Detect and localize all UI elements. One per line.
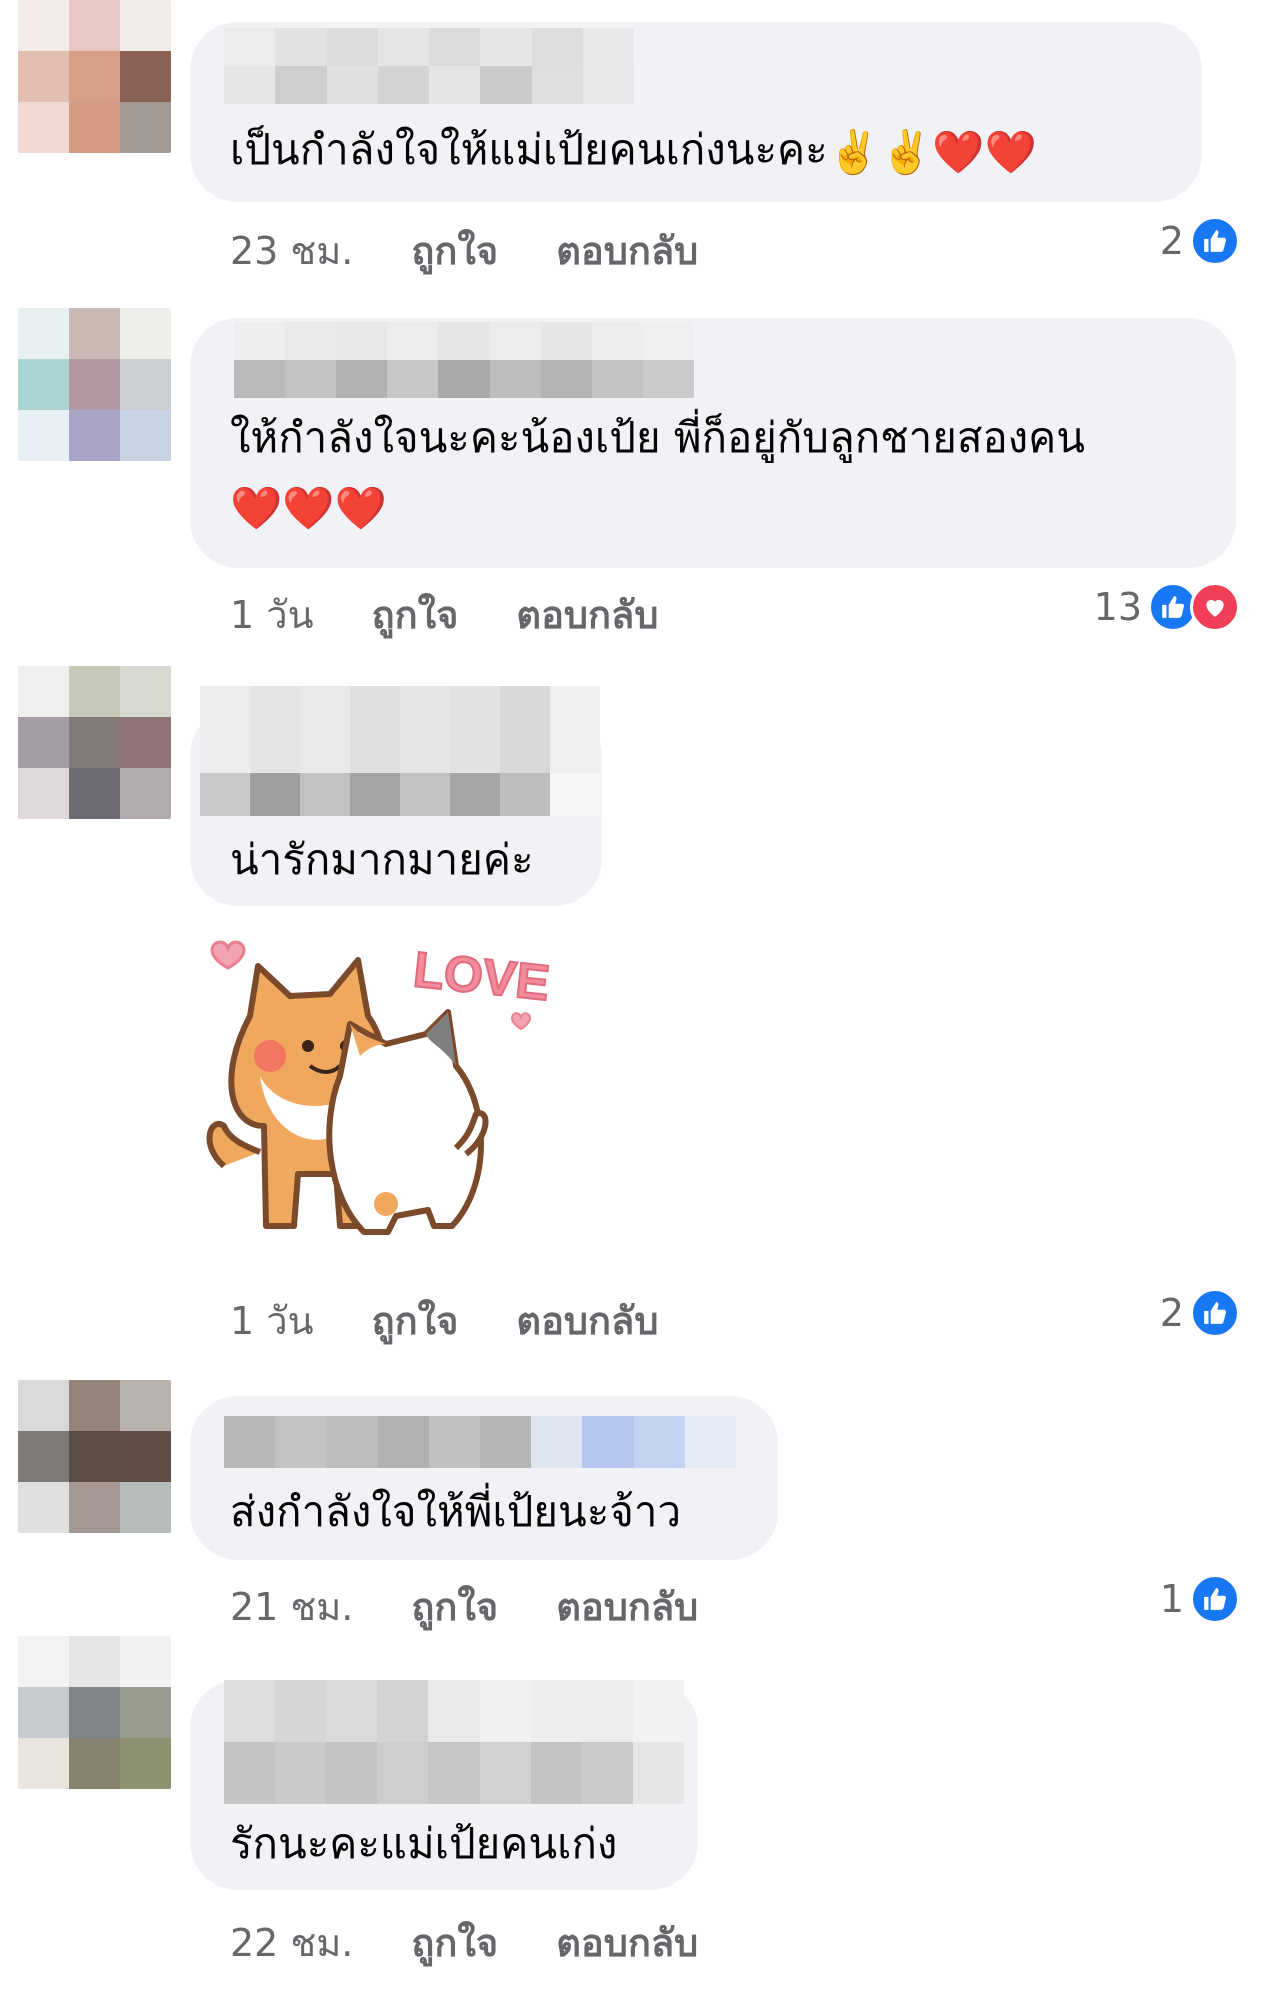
thumbs-up-icon (1190, 1288, 1240, 1338)
comment-actions: 1 วัน ถูกใจ ตอบกลับ (230, 584, 658, 645)
avatar[interactable] (18, 308, 171, 461)
reaction-count: 2 (1159, 1291, 1184, 1335)
comment-bubble: เป็นกำลังใจให้แม่เป้ยคนเก่งนะคะ✌️✌️❤️❤️ (190, 22, 1202, 202)
thumbs-up-icon (1190, 1574, 1240, 1624)
reply-link[interactable]: ตอบกลับ (516, 584, 658, 645)
avatar[interactable] (18, 0, 171, 153)
heart-icon (1190, 582, 1240, 632)
comment-text: น่ารักมากมายค่ะ (230, 835, 534, 884)
comment-text: เป็นกำลังใจให้แม่เป้ยคนเก่งนะคะ✌️✌️❤️❤️ (230, 125, 1037, 177)
reply-link[interactable]: ตอบกลับ (556, 220, 698, 281)
like-link[interactable]: ถูกใจ (411, 1912, 498, 1973)
reaction-count: 2 (1159, 219, 1184, 263)
like-link[interactable]: ถูกใจ (411, 1576, 498, 1637)
comment-bubble: น่ารักมากมายค่ะ (190, 686, 602, 906)
comment-bubble: ส่งกำลังใจให้พี่เป้ยนะจ้าว (190, 1396, 778, 1560)
like-link[interactable]: ถูกใจ (411, 220, 498, 281)
avatar[interactable] (18, 666, 171, 819)
like-link[interactable]: ถูกใจ (372, 584, 459, 645)
timestamp[interactable]: 22 ชม. (230, 1912, 353, 1973)
comment-bubble: ให้กำลังใจนะคะน้องเป้ย พี่ก็อยู่กับลูกชา… (190, 318, 1236, 568)
reaction-summary[interactable]: 13 (1094, 582, 1240, 632)
comment-actions: 1 วัน ถูกใจ ตอบกลับ (230, 1290, 658, 1351)
timestamp[interactable]: 1 วัน (230, 1290, 314, 1351)
emoji: ✌️✌️❤️❤️ (827, 127, 1037, 177)
avatar[interactable] (18, 1636, 171, 1789)
avatar[interactable] (18, 1380, 171, 1533)
commenter-name[interactable] (234, 322, 694, 398)
comment-actions: 21 ชม. ถูกใจ ตอบกลับ (230, 1576, 698, 1637)
reaction-summary[interactable]: 2 (1160, 1288, 1240, 1338)
heart-icon (210, 940, 246, 970)
comment-bubble: รักนะคะแม่เป้ยคนเก่ง (190, 1680, 698, 1890)
reaction-count: 1 (1159, 1577, 1184, 1621)
reaction-summary[interactable]: 1 (1160, 1574, 1240, 1624)
comment-text: ส่งกำลังใจให้พี่เป้ยนะจ้าว (230, 1487, 682, 1536)
commenter-name[interactable] (224, 1416, 736, 1468)
commenter-name[interactable] (224, 28, 634, 104)
comment-actions: 22 ชม. ถูกใจ ตอบกลับ (230, 1912, 698, 1973)
like-link[interactable]: ถูกใจ (372, 1290, 459, 1351)
reaction-count: 13 (1093, 585, 1142, 629)
thumbs-up-icon (1190, 216, 1240, 266)
reply-link[interactable]: ตอบกลับ (516, 1290, 658, 1351)
love-sticker[interactable]: LOVE (190, 926, 553, 1266)
comment-text: ให้กำลังใจนะคะน้องเป้ย พี่ก็อยู่กับลูกชา… (230, 413, 1085, 462)
comment-text: รักนะคะแม่เป้ยคนเก่ง (230, 1819, 618, 1868)
commenter-name[interactable] (224, 1680, 684, 1804)
timestamp[interactable]: 23 ชม. (230, 220, 353, 281)
comment-actions: 23 ชม. ถูกใจ ตอบกลับ (230, 220, 698, 281)
heart-icon (510, 1012, 532, 1031)
reply-link[interactable]: ตอบกลับ (556, 1576, 698, 1637)
reaction-summary[interactable]: 2 (1160, 216, 1240, 266)
timestamp[interactable]: 21 ชม. (230, 1576, 353, 1637)
reply-link[interactable]: ตอบกลับ (556, 1912, 698, 1973)
sticker-text: LOVE (411, 941, 550, 1011)
emoji: ❤️❤️❤️ (230, 483, 387, 533)
commenter-name[interactable] (200, 686, 600, 816)
timestamp[interactable]: 1 วัน (230, 584, 314, 645)
